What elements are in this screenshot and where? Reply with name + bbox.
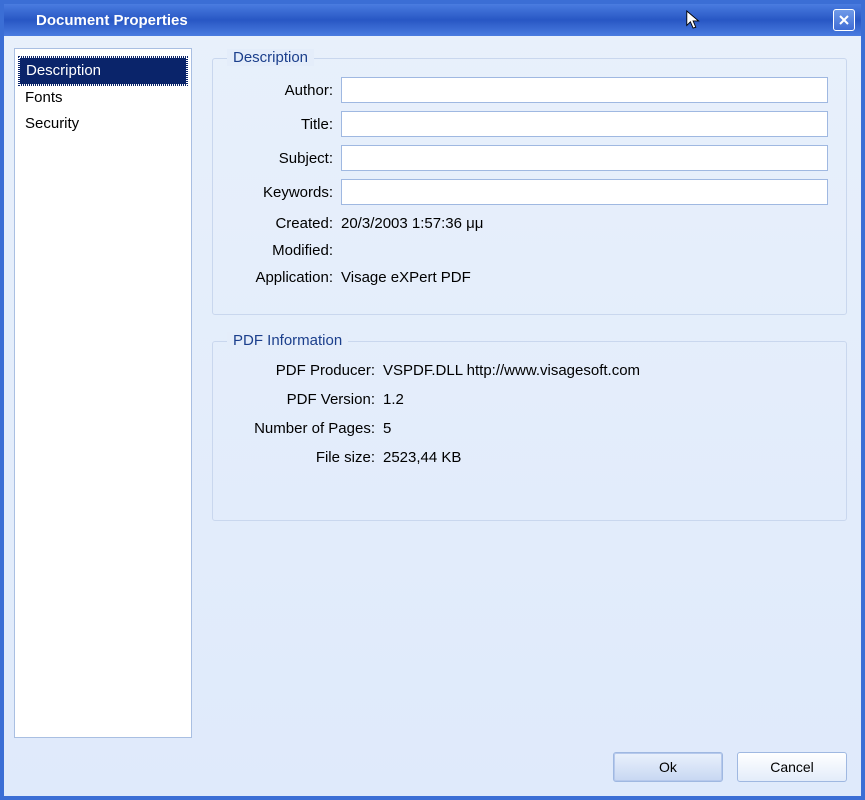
value-created: 20/3/2003 1:57:36 μμ bbox=[341, 213, 828, 234]
value-filesize: 2523,44 KB bbox=[383, 447, 828, 468]
body-area: Description Fonts Security Description A… bbox=[14, 48, 847, 738]
input-subject[interactable] bbox=[341, 145, 828, 171]
button-row: Ok Cancel bbox=[14, 738, 847, 782]
row-version: PDF Version: 1.2 bbox=[231, 389, 828, 410]
label-subject: Subject: bbox=[231, 150, 341, 167]
description-legend: Description bbox=[227, 49, 314, 66]
value-pages: 5 bbox=[383, 418, 828, 439]
sidebar-item-label: Fonts bbox=[25, 89, 63, 106]
value-producer: VSPDF.DLL http://www.visagesoft.com bbox=[383, 360, 828, 381]
label-keywords: Keywords: bbox=[231, 184, 341, 201]
row-created: Created: 20/3/2003 1:57:36 μμ bbox=[231, 213, 828, 234]
value-version: 1.2 bbox=[383, 389, 828, 410]
row-application: Application: Visage eXPert PDF bbox=[231, 267, 828, 288]
row-subject: Subject: bbox=[231, 145, 828, 171]
cursor-icon bbox=[685, 9, 703, 31]
sidebar-item-fonts[interactable]: Fonts bbox=[19, 85, 187, 111]
description-group: Description Author: Title: Subject: bbox=[212, 58, 847, 315]
client-area: Description Fonts Security Description A… bbox=[4, 36, 861, 796]
titlebar[interactable]: Document Properties bbox=[4, 4, 861, 36]
document-properties-dialog: Document Properties Description Fonts bbox=[0, 0, 865, 800]
input-keywords[interactable] bbox=[341, 179, 828, 205]
window-title: Document Properties bbox=[36, 12, 188, 29]
main-panel: Description Author: Title: Subject: bbox=[212, 48, 847, 738]
label-pages: Number of Pages: bbox=[231, 420, 383, 437]
row-keywords: Keywords: bbox=[231, 179, 828, 205]
label-version: PDF Version: bbox=[231, 391, 383, 408]
sidebar-item-description[interactable]: Description bbox=[19, 57, 187, 85]
sidebar: Description Fonts Security bbox=[14, 48, 192, 738]
close-button[interactable] bbox=[833, 9, 855, 31]
sidebar-item-label: Security bbox=[25, 115, 79, 132]
row-producer: PDF Producer: VSPDF.DLL http://www.visag… bbox=[231, 360, 828, 381]
row-filesize: File size: 2523,44 KB bbox=[231, 447, 828, 468]
cancel-button[interactable]: Cancel bbox=[737, 752, 847, 782]
input-author[interactable] bbox=[341, 77, 828, 103]
row-modified: Modified: bbox=[231, 242, 828, 259]
label-application: Application: bbox=[231, 269, 341, 286]
label-title: Title: bbox=[231, 116, 341, 133]
label-modified: Modified: bbox=[231, 242, 341, 259]
close-icon bbox=[838, 14, 850, 26]
value-modified bbox=[341, 249, 828, 253]
label-author: Author: bbox=[231, 82, 341, 99]
label-created: Created: bbox=[231, 215, 341, 232]
label-filesize: File size: bbox=[231, 449, 383, 466]
sidebar-item-security[interactable]: Security bbox=[19, 111, 187, 137]
sidebar-item-label: Description bbox=[26, 62, 101, 79]
pdf-info-legend: PDF Information bbox=[227, 332, 348, 349]
input-title[interactable] bbox=[341, 111, 828, 137]
label-producer: PDF Producer: bbox=[231, 362, 383, 379]
titlebar-right bbox=[685, 9, 855, 31]
ok-button[interactable]: Ok bbox=[613, 752, 723, 782]
row-title: Title: bbox=[231, 111, 828, 137]
row-pages: Number of Pages: 5 bbox=[231, 418, 828, 439]
row-author: Author: bbox=[231, 77, 828, 103]
value-application: Visage eXPert PDF bbox=[341, 267, 828, 288]
pdf-info-group: PDF Information PDF Producer: VSPDF.DLL … bbox=[212, 341, 847, 521]
